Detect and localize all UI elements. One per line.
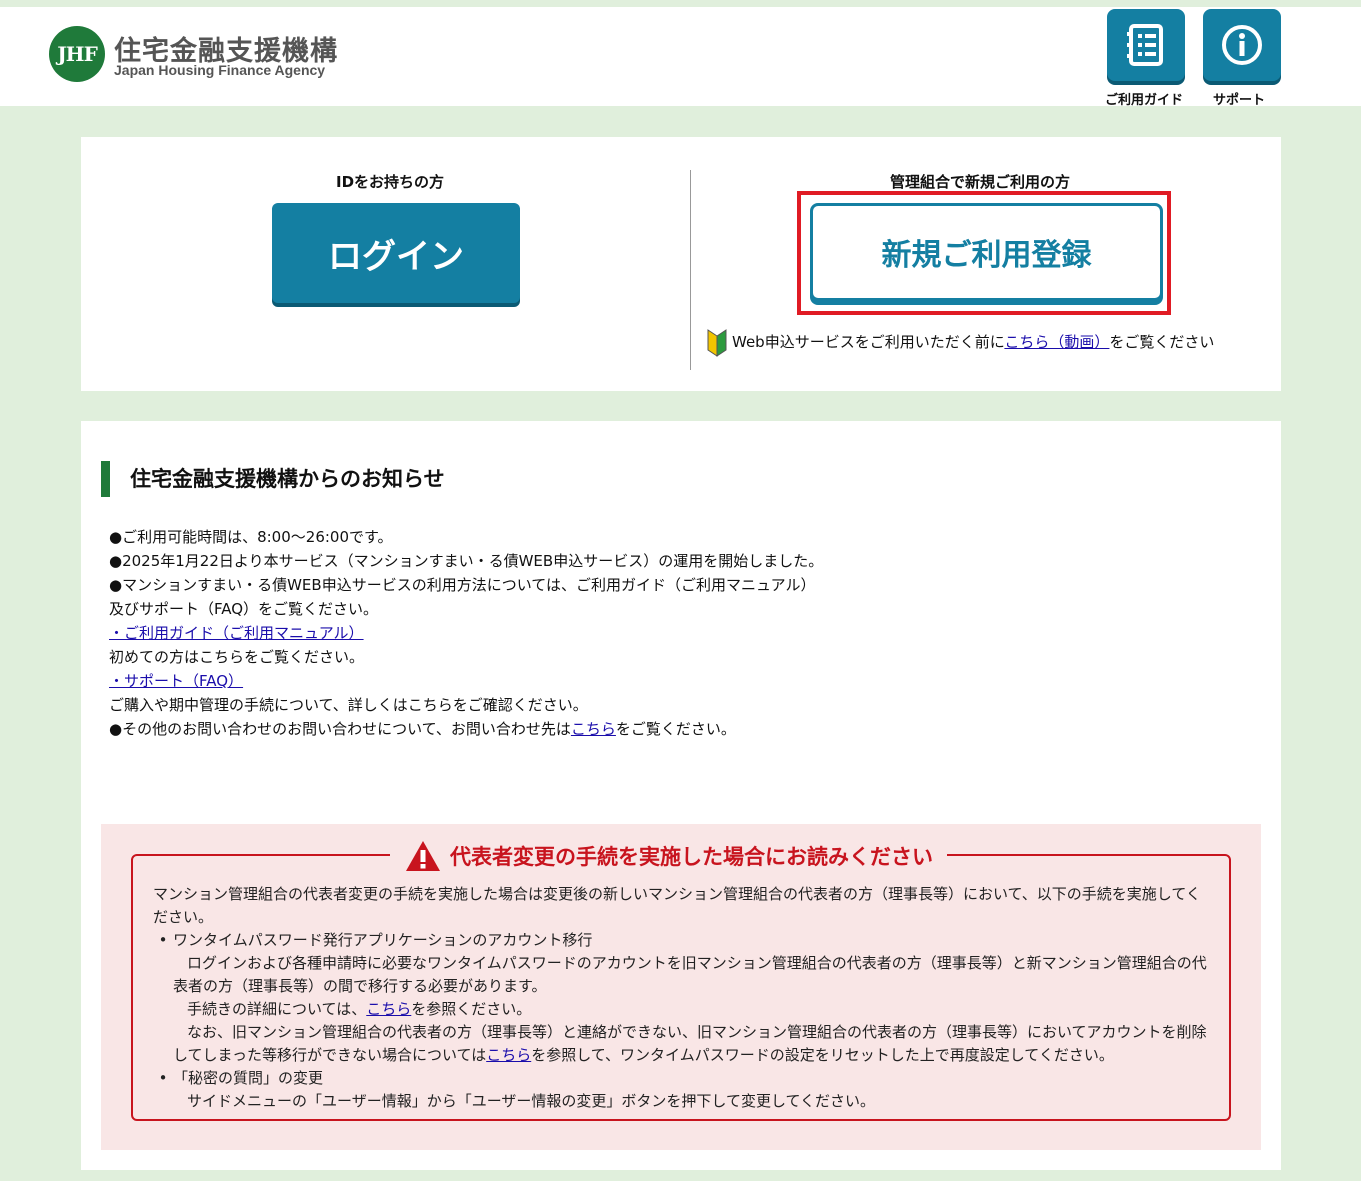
logo-subtitle[interactable]: Japan Housing Finance Agency	[114, 62, 325, 78]
guide-label[interactable]: ご利用ガイド	[1105, 89, 1183, 108]
web-note-text: Web申込サービスをご利用いただく前に	[732, 333, 1005, 351]
warning-text: してしまった等移行ができない場合についてはこちらを参照して、ワンタイムパスワード…	[153, 1044, 1213, 1067]
warning-text: サイドメニューの「ユーザー情報」から「ユーザー情報の変更」ボタンを押下して変更し…	[187, 1092, 876, 1110]
warning-text: ログインおよび各種申請時に必要なワンタイムパスワードのアカウントを旧マンション管…	[187, 954, 1207, 972]
section-accent-bar	[101, 461, 110, 497]
beginner-mark-icon	[707, 329, 727, 357]
warning-item: • ワンタイムパスワード発行アプリケーションのアカウント移行	[158, 931, 593, 949]
notices-title: 住宅金融支援機構からのお知らせ	[130, 467, 445, 491]
warning-icon	[406, 841, 440, 871]
notice-line: ご購入や期中管理の手続について、詳しくはこちらをご確認ください。	[109, 696, 588, 714]
vertical-divider	[690, 170, 691, 370]
notice-line: ●2025年1月22日より本サービス（マンションすまい・る債WEB申込サービス）…	[109, 552, 824, 570]
warning-body: マンション管理組合の代表者変更の手続を実施した場合は変更後の新しいマンション管理…	[153, 883, 1213, 1113]
warning-title: 代表者変更の手続を実施した場合にお読みください	[450, 845, 933, 869]
warning-item-title: ワンタイムパスワード発行アプリケーションのアカウント移行	[173, 931, 593, 949]
guide-button[interactable]	[1107, 9, 1185, 81]
warning-text: なお、旧マンション管理組合の代表者の方（理事長等）と連絡ができない、旧マンション…	[187, 1023, 1207, 1041]
support-button[interactable]	[1203, 9, 1281, 81]
warning-text-part: してしまった等移行ができない場合については	[173, 1046, 487, 1064]
notice-line: 初めての方はこちらをご覧ください。	[109, 648, 365, 666]
warning-text: 手続きの詳細については、こちらを参照ください。	[153, 998, 1213, 1021]
otp-reset-link[interactable]: こちら	[486, 1046, 531, 1064]
warning-intro: ださい。	[153, 908, 214, 926]
login-button[interactable]: ログイン	[272, 203, 520, 303]
web-note-text-after: をご覧ください	[1109, 333, 1215, 351]
warning-item-title: 「秘密の質問」の変更	[173, 1069, 324, 1087]
new-registration-button[interactable]: 新規ご利用登録	[810, 203, 1163, 301]
warning-text-part: 手続きの詳細については、	[187, 1000, 367, 1018]
info-icon	[1222, 25, 1262, 65]
video-link[interactable]: こちら（動画）	[1004, 333, 1109, 351]
user-guide-link[interactable]: ・ご利用ガイド（ご利用マニュアル）	[109, 624, 364, 642]
notice-line: 及びサポート（FAQ）をご覧ください。	[109, 600, 379, 618]
new-user-heading: 管理組合で新規ご利用の方	[890, 173, 1071, 191]
notice-text: をご覧ください。	[615, 720, 736, 738]
warning-heading: 代表者変更の手続を実施した場合にお読みください	[390, 837, 947, 875]
warning-text-part: を参照して、ワンタイムパスワードの設定をリセットした上で再度設定してください。	[531, 1046, 1114, 1064]
notice-line: ●ご利用可能時間は、8:00～26:00です。	[109, 528, 393, 546]
notice-line: ●その他のお問い合わせのお問い合わせについて、お問い合わせ先はこちらをご覧くださ…	[109, 717, 823, 741]
notice-line: ●マンションすまい・る債WEB申込サービスの利用方法については、ご利用ガイド（ご…	[109, 576, 816, 594]
warning-text-part: を参照ください。	[411, 1000, 532, 1018]
notice-text: ●その他のお問い合わせのお問い合わせについて、お問い合わせ先は	[109, 720, 571, 738]
warning-text: 表者の方（理事長等）の間で移行する必要があります。	[173, 977, 547, 995]
contact-link[interactable]: こちら	[571, 720, 616, 738]
id-holder-heading: IDをお持ちの方	[336, 173, 445, 191]
jhf-logo-icon[interactable]: JHF	[49, 26, 105, 82]
web-service-note: Web申込サービスをご利用いただく前にこちら（動画）をご覧ください	[732, 331, 1214, 352]
account-migration-link[interactable]: こちら	[366, 1000, 411, 1018]
warning-item: • 「秘密の質問」の変更	[158, 1069, 324, 1087]
support-label[interactable]: サポート	[1213, 89, 1265, 108]
document-list-icon	[1127, 24, 1163, 66]
warning-intro: マンション管理組合の代表者変更の手続を実施した場合は変更後の新しいマンション管理…	[153, 885, 1201, 903]
notice-list: ●ご利用可能時間は、8:00～26:00です。 ●2025年1月22日より本サー…	[109, 525, 823, 741]
support-faq-link[interactable]: ・サポート（FAQ）	[109, 672, 243, 690]
